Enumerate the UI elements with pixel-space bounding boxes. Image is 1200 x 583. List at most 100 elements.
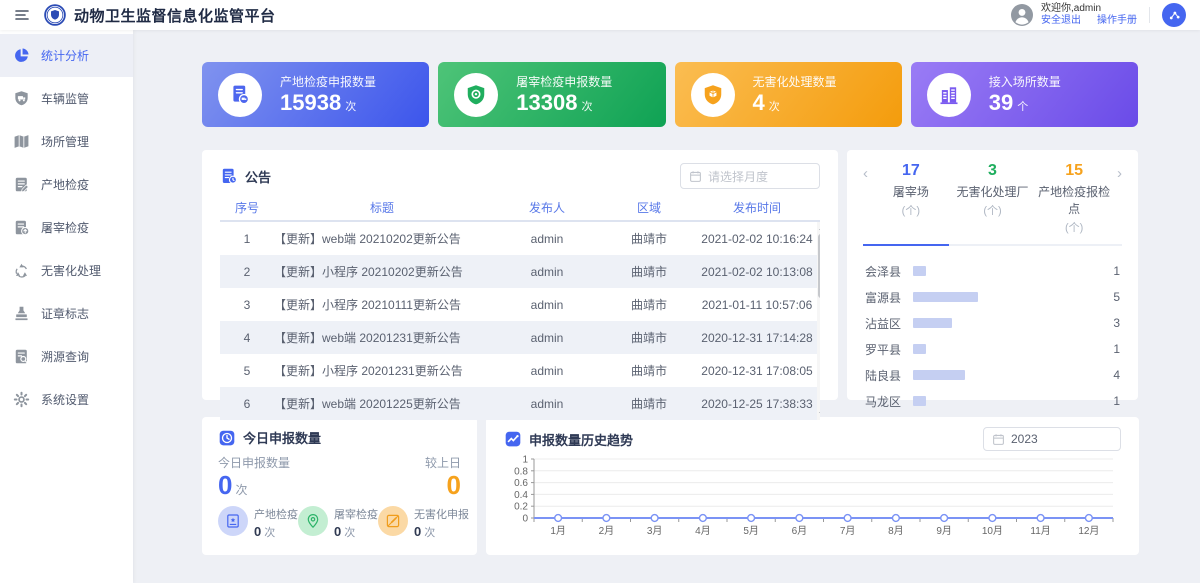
- document-search-icon: [13, 348, 30, 365]
- location-pin-icon: [298, 506, 328, 536]
- sidebar-item-label: 屠宰检疫: [41, 219, 89, 236]
- table-row-1[interactable]: 2【更新】小程序 20210202更新公告admin曲靖市2021-02-02 …: [220, 255, 820, 288]
- facility-tab-1[interactable]: 3无害化处理厂(个): [952, 162, 1034, 235]
- bar: [913, 396, 926, 406]
- table-cell: 曲靖市: [604, 329, 694, 346]
- vehicle-shield-icon: [13, 90, 30, 107]
- user-block: 欢迎你,admin 安全退出 操作手册: [1041, 3, 1137, 28]
- svg-text:0.8: 0.8: [514, 466, 528, 477]
- table-cell: 6: [220, 397, 274, 411]
- svg-text:4月: 4月: [695, 525, 711, 537]
- bar-value: 5: [1113, 290, 1120, 304]
- table-cell: 曲靖市: [604, 395, 694, 412]
- sidebar-item-label: 溯源查询: [41, 348, 89, 365]
- table-cell: 【更新】web端 20210202更新公告: [274, 230, 490, 247]
- svg-text:11月: 11月: [1030, 525, 1050, 537]
- year-picker-input[interactable]: 2023: [983, 427, 1121, 451]
- column-header-2: 发布人: [490, 199, 604, 216]
- facility-tab-0[interactable]: 17屠宰场(个): [870, 162, 952, 235]
- announcements-title: 公告: [245, 167, 271, 186]
- scroll-thumb[interactable]: [818, 234, 820, 298]
- today-panel: 今日申报数量 今日申报数量 较上日 0次 0 产地检疫0次屠宰检疫0次无害化申报…: [202, 417, 477, 555]
- sidebar-item-3[interactable]: 产地检疫: [0, 163, 133, 206]
- svg-text:1月: 1月: [550, 525, 566, 537]
- bar-value: 1: [1113, 342, 1120, 356]
- chevron-left-icon[interactable]: ‹: [861, 162, 870, 181]
- table-row-2[interactable]: 3【更新】小程序 20210111更新公告admin曲靖市2021-01-11 …: [220, 288, 820, 321]
- column-header-1: 标题: [274, 199, 490, 216]
- sidebar-item-2[interactable]: 场所管理: [0, 120, 133, 163]
- manual-link[interactable]: 操作手册: [1097, 15, 1137, 28]
- bar-category-label: 沾益区: [865, 315, 913, 332]
- svg-text:7月: 7月: [840, 525, 856, 537]
- month-picker-placeholder: 请选择月度: [708, 168, 768, 185]
- today-item-label: 无害化申报: [414, 506, 469, 522]
- sidebar-item-label: 产地检疫: [41, 176, 89, 193]
- today-item-value: 0次: [414, 524, 469, 540]
- sidebar-item-label: 车辆监管: [41, 90, 89, 107]
- scroll-up-arrow[interactable]: [819, 224, 821, 230]
- svg-text:6月: 6月: [792, 525, 808, 537]
- tab-underline-segment: [949, 244, 1035, 246]
- bar-value: 1: [1113, 394, 1120, 408]
- facility-bar-row: 陆良县4: [865, 362, 1120, 388]
- table-cell: admin: [490, 364, 604, 378]
- table-cell: admin: [490, 298, 604, 312]
- certificate-icon: [218, 506, 248, 536]
- month-picker-input[interactable]: 请选择月度: [680, 163, 820, 189]
- table-cell: 【更新】小程序 20210111更新公告: [274, 296, 490, 313]
- table-row-3[interactable]: 4【更新】web端 20201231更新公告admin曲靖市2020-12-31…: [220, 321, 820, 354]
- trend-panel-title: 申报数量历史趋势: [529, 430, 633, 449]
- today-item-2: 无害化申报 0次: [378, 506, 469, 540]
- table-row-5[interactable]: 6【更新】web端 20201225更新公告admin曲靖市2020-12-25…: [220, 387, 820, 420]
- bar-category-label: 会泽县: [865, 263, 913, 280]
- welcome-text: 欢迎你,admin: [1041, 3, 1137, 16]
- column-header-0: 序号: [220, 199, 274, 216]
- sidebar-item-label: 证章标志: [41, 305, 89, 322]
- chevron-right-icon[interactable]: ›: [1115, 162, 1124, 181]
- table-cell: 【更新】小程序 20201231更新公告: [274, 362, 490, 379]
- svg-text:0.4: 0.4: [514, 490, 528, 501]
- table-scrollbar[interactable]: [817, 222, 820, 420]
- scroll-down-arrow[interactable]: [819, 412, 821, 418]
- announcement-icon: [220, 167, 238, 185]
- app-header: 动物卫生监督信息化监管平台 欢迎你,admin 安全退出 操作手册: [0, 0, 1200, 30]
- edit-icon: [378, 506, 408, 536]
- tab-underline-segment: [1036, 244, 1122, 246]
- table-cell: admin: [490, 232, 604, 246]
- sidebar-item-4[interactable]: 屠宰检疫: [0, 206, 133, 249]
- sidebar-item-label: 场所管理: [41, 133, 89, 150]
- share-button[interactable]: [1162, 3, 1186, 27]
- sidebar-item-0[interactable]: 统计分析: [0, 34, 133, 77]
- facility-tab-label: 无害化处理厂: [952, 183, 1034, 200]
- today-count-value: 0次: [218, 471, 247, 500]
- logout-link[interactable]: 安全退出: [1041, 15, 1081, 28]
- sidebar-item-6[interactable]: 证章标志: [0, 292, 133, 335]
- menu-collapse-icon[interactable]: [14, 7, 30, 23]
- table-row-0[interactable]: 1【更新】web端 20210202更新公告admin曲靖市2021-02-02…: [220, 222, 820, 255]
- sidebar-item-1[interactable]: 车辆监管: [0, 77, 133, 120]
- table-row-4[interactable]: 5【更新】小程序 20201231更新公告admin曲靖市2020-12-31 …: [220, 354, 820, 387]
- table-cell: 2020-12-25 17:38:33: [694, 397, 820, 411]
- stat-card-label: 无害化处理数量: [753, 73, 837, 90]
- table-cell: 4: [220, 331, 274, 345]
- table-cell: 2021-01-11 10:57:06: [694, 298, 820, 312]
- map-icon: [13, 133, 30, 150]
- table-cell: 曲靖市: [604, 230, 694, 247]
- facility-tab-2[interactable]: 15产地检疫报检点(个): [1033, 162, 1115, 235]
- bar-value: 4: [1113, 368, 1120, 382]
- trend-line-chart: 00.20.40.60.811月2月3月4月5月6月7月8月9月10月11月12…: [504, 454, 1121, 546]
- header-right: 欢迎你,admin 安全退出 操作手册: [1011, 3, 1186, 28]
- table-cell: 2020-12-31 17:08:05: [694, 364, 820, 378]
- today-item-1: 屠宰检疫0次: [298, 506, 378, 540]
- trend-chart-icon: [504, 430, 522, 448]
- table-header-row: 序号标题发布人区域发布时间: [220, 194, 820, 222]
- sidebar-item-7[interactable]: 溯源查询: [0, 335, 133, 378]
- table-cell: admin: [490, 265, 604, 279]
- table-cell: 5: [220, 364, 274, 378]
- facility-bar-row: 罗平县1: [865, 336, 1120, 362]
- sidebar-item-label: 无害化处理: [41, 262, 101, 279]
- sidebar-item-8[interactable]: 系统设置: [0, 378, 133, 421]
- facility-tabs: 17屠宰场(个)3无害化处理厂(个)15产地检疫报检点(个): [870, 162, 1115, 235]
- sidebar-item-5[interactable]: 无害化处理: [0, 249, 133, 292]
